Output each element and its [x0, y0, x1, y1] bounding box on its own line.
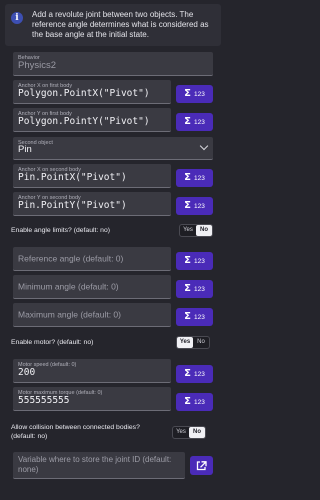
- expression-button-label: 123: [193, 399, 205, 406]
- motor-max-torque-field[interactable]: Motor maximum torque (default: 0) 555555…: [13, 387, 171, 411]
- motor-max-torque-value: 555555555: [18, 395, 70, 406]
- anchor-y-first-field[interactable]: Anchor Y on first body Polygon.PointY("P…: [13, 108, 171, 132]
- open-variables-button[interactable]: [190, 456, 213, 475]
- toggle-yes[interactable]: Yes: [177, 337, 193, 348]
- minimum-angle-placeholder: Minimum angle (default: 0): [18, 281, 119, 291]
- expression-button[interactable]: Σ 123: [176, 113, 213, 131]
- allow-collision-label-line1: Allow collision between connected bodies…: [11, 424, 140, 431]
- description-box: i Add a revolute joint between two objec…: [5, 4, 221, 46]
- reference-angle-field[interactable]: Reference angle (default: 0): [13, 247, 171, 271]
- anchor-x-first-field[interactable]: Anchor X on first body Polygon.PointX("P…: [13, 80, 171, 104]
- toggle-yes[interactable]: Yes: [180, 225, 196, 236]
- allow-collision-label: Allow collision between connected bodies…: [11, 423, 140, 441]
- anchor-y-second-value: Pin.PointY("Pivot"): [18, 200, 127, 211]
- behavior-value: Physics2: [18, 60, 57, 71]
- toggle-no[interactable]: No: [193, 337, 209, 348]
- expression-button-label: 123: [193, 258, 205, 265]
- reference-angle-placeholder: Reference angle (default: 0): [18, 253, 124, 263]
- joint-id-variable-placeholder: Variable where to store the joint ID (de…: [18, 455, 171, 475]
- toggle-no[interactable]: No: [189, 427, 205, 438]
- toggle-no[interactable]: No: [196, 225, 212, 236]
- expression-button[interactable]: Σ 123: [176, 365, 213, 383]
- sigma-icon: Σ: [184, 200, 191, 211]
- sigma-icon: Σ: [184, 283, 191, 294]
- expression-button-label: 123: [193, 203, 205, 210]
- second-object-select[interactable]: Second object Pin: [13, 137, 213, 160]
- enable-motor-label: Enable motor? (default: no): [11, 339, 94, 346]
- expression-button[interactable]: Σ 123: [176, 197, 213, 215]
- info-icon: i: [11, 12, 23, 24]
- anchor-x-second-value: Pin.PointX("Pivot"): [18, 172, 127, 183]
- anchor-x-first-value: Polygon.PointX("Pivot"): [18, 88, 150, 99]
- sigma-icon: Σ: [184, 396, 191, 407]
- sigma-icon: Σ: [184, 88, 191, 99]
- expression-button-label: 123: [193, 119, 205, 126]
- sigma-icon: Σ: [184, 116, 191, 127]
- allow-collision-toggle[interactable]: Yes No: [172, 426, 206, 439]
- expression-button[interactable]: Σ 123: [176, 252, 213, 270]
- joint-id-placeholder-line1: Variable where to store the joint ID (de…: [18, 455, 172, 464]
- sigma-icon: Σ: [184, 255, 191, 266]
- expression-button[interactable]: Σ 123: [176, 169, 213, 187]
- expression-button[interactable]: Σ 123: [176, 85, 213, 103]
- description-text: Add a revolute joint between two objects…: [32, 10, 209, 39]
- anchor-x-second-field[interactable]: Anchor X on second body Pin.PointX("Pivo…: [13, 164, 171, 188]
- expression-button-label: 123: [193, 314, 205, 321]
- joint-id-variable-field[interactable]: Variable where to store the joint ID (de…: [13, 452, 185, 479]
- minimum-angle-field[interactable]: Minimum angle (default: 0): [13, 275, 171, 299]
- motor-speed-field[interactable]: Motor speed (default: 0) 200: [13, 359, 171, 383]
- motor-speed-value: 200: [18, 367, 36, 378]
- enable-motor-toggle[interactable]: Yes No: [176, 336, 210, 349]
- joint-id-placeholder-line2: none): [18, 465, 39, 474]
- enable-angle-limits-toggle[interactable]: Yes No: [179, 224, 213, 237]
- sigma-icon: Σ: [184, 368, 191, 379]
- enable-angle-limits-label: Enable angle limits? (default: no): [11, 227, 110, 234]
- expression-button[interactable]: Σ 123: [176, 280, 213, 298]
- maximum-angle-field[interactable]: Maximum angle (default: 0): [13, 303, 171, 327]
- chevron-down-icon: [199, 141, 209, 151]
- behavior-field[interactable]: Behavior Physics2: [13, 52, 213, 76]
- expression-button-label: 123: [193, 286, 205, 293]
- maximum-angle-placeholder: Maximum angle (default: 0): [18, 309, 121, 319]
- sigma-icon: Σ: [184, 172, 191, 183]
- allow-collision-label-line2: (default: no): [11, 433, 48, 440]
- expression-button[interactable]: Σ 123: [176, 393, 213, 411]
- expression-button-label: 123: [193, 175, 205, 182]
- anchor-y-second-field[interactable]: Anchor Y on second body Pin.PointY("Pivo…: [13, 192, 171, 216]
- expression-button[interactable]: Σ 123: [176, 308, 213, 326]
- sigma-icon: Σ: [184, 311, 191, 322]
- anchor-y-first-value: Polygon.PointY("Pivot"): [18, 116, 150, 127]
- external-link-icon: [196, 461, 207, 471]
- expression-button-label: 123: [193, 371, 205, 378]
- second-object-value: Pin: [18, 144, 32, 155]
- expression-button-label: 123: [193, 91, 205, 98]
- toggle-yes[interactable]: Yes: [173, 427, 189, 438]
